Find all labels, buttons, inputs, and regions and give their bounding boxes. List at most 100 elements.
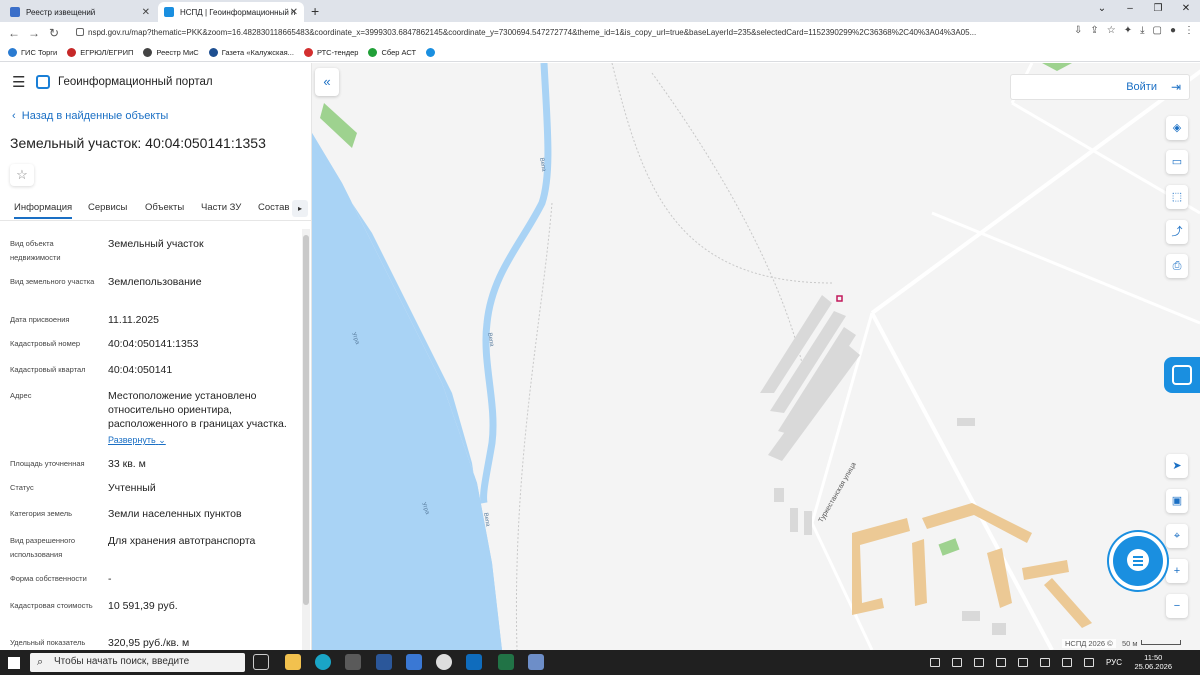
browser-tab-nspd[interactable]: НСПД | Геоинформационный п ✕ [158, 2, 304, 22]
layers-icon[interactable]: ◈ [1166, 116, 1188, 140]
tabs-scroll-right-icon[interactable]: ▸ [292, 200, 308, 217]
maximize-button[interactable]: ❐ [1144, 0, 1172, 22]
download-icon[interactable]: ⤓ [1140, 25, 1144, 36]
portal-logo-icon [36, 75, 50, 89]
bookmark-favicon-icon [368, 48, 378, 57]
ruler-icon[interactable]: ▭ [1166, 150, 1188, 174]
back-to-results-link[interactable]: ‹ Назад в найденные объекты [12, 110, 168, 122]
bookmark-item[interactable]: РТС-тендер [303, 48, 358, 57]
bookmark-favicon-icon [208, 48, 218, 57]
forward-arrow-icon[interactable]: → [24, 26, 44, 40]
basemap-icon[interactable]: ▣ [1166, 489, 1188, 513]
back-label: Назад в найденные объекты [21, 110, 169, 122]
mail-icon[interactable] [406, 654, 422, 670]
residential-building [987, 548, 1012, 608]
river-water [312, 133, 502, 650]
tab-title: Реестр извещений [26, 7, 96, 17]
tray-volume-icon[interactable] [1062, 658, 1072, 667]
bookmark-item[interactable]: ГИС Торги [8, 48, 57, 57]
clock-time: 11:50 [1144, 653, 1163, 662]
hamburger-menu-icon[interactable]: ☰ [12, 73, 36, 91]
geolocation-icon[interactable]: ➤ [1166, 454, 1188, 478]
zoom-in-button[interactable]: + [1166, 559, 1188, 583]
tab-composition[interactable]: Состав [258, 202, 289, 213]
language-indicator[interactable]: РУС [1106, 658, 1122, 667]
bookmark-item[interactable]: Газета «Калужская... [208, 48, 294, 57]
minimize-button[interactable]: – [1116, 0, 1144, 22]
tray-network-status-icon[interactable] [1084, 658, 1094, 667]
reload-icon[interactable]: ↻ [44, 26, 64, 40]
area-select-icon[interactable]: ⬚ [1166, 185, 1188, 209]
extensions-icon[interactable]: ✦ [1124, 25, 1132, 36]
taskbar-search-input[interactable]: ⌕ Чтобы начать поиск, введите [30, 653, 245, 672]
file-explorer-icon[interactable] [285, 654, 301, 670]
url-field[interactable]: nspd.gov.ru/map?thematic=PKK&zoom=16.482… [76, 25, 1051, 41]
chat-assistant-button[interactable] [1113, 536, 1163, 586]
chrome-icon[interactable] [436, 654, 452, 670]
share-icon[interactable]: ⤴ [1166, 220, 1188, 244]
building [790, 508, 798, 532]
print-icon[interactable]: ⎙ [1166, 254, 1188, 278]
task-view-icon[interactable] [253, 654, 269, 670]
tray-network-icon[interactable] [996, 658, 1006, 667]
tab-search-icon[interactable]: ▢ [1153, 25, 1162, 36]
bookmark-item[interactable]: Реестр МиС [143, 48, 199, 57]
attribute-value: Учтенный [108, 482, 156, 494]
road [931, 211, 1200, 325]
bookmark-item[interactable]: Сбер АСТ [368, 48, 416, 57]
expand-address-link[interactable]: Развернуть ⌄ [108, 433, 298, 447]
excel-icon[interactable] [498, 654, 514, 670]
calculator-icon[interactable] [528, 654, 544, 670]
browser-tab-registry[interactable]: Реестр извещений ✕ [4, 2, 156, 22]
search-coordinates-icon[interactable]: ⌖ [1166, 524, 1188, 548]
tray-phone-icon[interactable] [952, 658, 962, 667]
bookmark-label: Сбер АСТ [381, 48, 417, 57]
chevron-down-icon[interactable]: ⌄ [1088, 0, 1116, 22]
collapse-panel-button[interactable]: « [315, 68, 339, 96]
login-button[interactable]: Войти ⇥ [1010, 74, 1190, 100]
chat-icon [1127, 549, 1149, 571]
favorite-star-icon[interactable]: ☆ [10, 164, 34, 186]
clock[interactable]: 11:50 25.06.2026 [1134, 653, 1172, 671]
install-app-icon[interactable]: ⇩ [1074, 25, 1082, 36]
tab-information[interactable]: Информация [14, 202, 73, 219]
word-icon[interactable] [376, 654, 392, 670]
windows-start-icon[interactable] [8, 657, 20, 669]
bookmark-star-icon[interactable]: ☆ [1107, 25, 1116, 36]
tray-battery-icon[interactable] [1040, 658, 1050, 667]
close-icon[interactable]: ✕ [290, 7, 298, 18]
profile-avatar-icon[interactable]: ● [1170, 25, 1176, 36]
menu-dots-icon[interactable]: ⋮ [1184, 25, 1194, 36]
bookmark-item[interactable]: ЕГРЮЛ/ЕГРИП [67, 48, 133, 57]
attribute-value: 320,95 руб./кв. м [108, 637, 190, 649]
edge-browser-icon[interactable] [315, 654, 331, 670]
bookmark-item[interactable] [426, 48, 439, 57]
outlook-icon[interactable] [466, 654, 482, 670]
tray-monitor-icon[interactable] [1018, 658, 1028, 667]
tab-services[interactable]: Сервисы [88, 202, 127, 213]
map-canvas[interactable]: Туркестанская улица Угра Угра Вепа Вепа … [312, 63, 1200, 650]
tab-parts[interactable]: Части ЗУ [201, 202, 241, 213]
scrollbar-thumb[interactable] [303, 235, 309, 605]
tray-app-icon[interactable] [974, 658, 984, 667]
share-icon[interactable]: ⇪ [1090, 25, 1098, 36]
login-arrow-icon: ⇥ [1170, 80, 1181, 94]
side-widget-icon[interactable] [1164, 357, 1200, 393]
tray-keyboard-icon[interactable] [930, 658, 940, 667]
site-info-icon[interactable] [76, 28, 84, 36]
back-arrow-icon[interactable]: ← [4, 26, 24, 40]
browser-toolbar-icons: ⇩ ⇪ ☆ ✦ ⤓ ▢ ● ⋮ [1074, 25, 1194, 36]
green-area [1042, 63, 1072, 71]
bookmark-favicon-icon [143, 48, 153, 57]
store-icon[interactable] [345, 654, 361, 670]
building [774, 488, 784, 502]
zoom-out-button[interactable]: − [1166, 594, 1188, 618]
panel-scrollbar[interactable] [302, 229, 310, 650]
close-window-button[interactable]: ✕ [1172, 0, 1200, 22]
new-tab-button[interactable]: + [311, 3, 319, 19]
address-text: Местоположение установлено относительно … [108, 390, 287, 430]
chevron-left-icon: ‹ [12, 110, 22, 122]
tab-objects[interactable]: Объекты [145, 202, 184, 213]
bookmark-favicon-icon [8, 48, 17, 57]
close-icon[interactable]: ✕ [142, 7, 150, 18]
